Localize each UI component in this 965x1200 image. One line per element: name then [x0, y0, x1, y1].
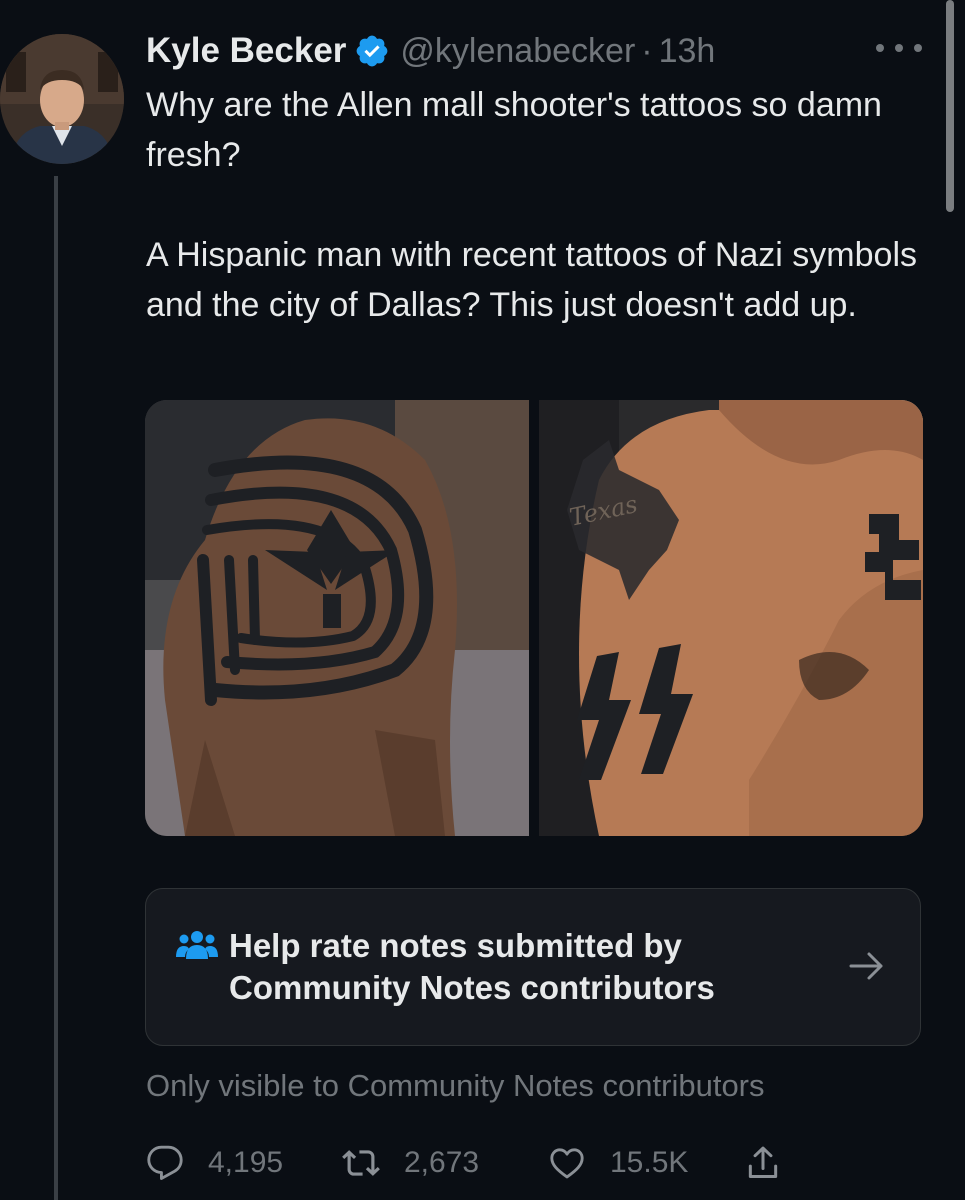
author-handle[interactable]: @kylenabecker: [400, 32, 635, 71]
separator-dot: ·: [641, 31, 653, 70]
reply-count: 4,195: [208, 1146, 284, 1179]
avatar-photo: [0, 34, 124, 164]
avatar[interactable]: [0, 34, 124, 164]
tweet-actions: 4,195 2,673 15.5K: [146, 1138, 926, 1188]
retweet-icon: [342, 1144, 380, 1182]
notes-visibility-label: Only visible to Community Notes contribu…: [146, 1068, 765, 1103]
more-options-icon[interactable]: [876, 36, 922, 60]
like-count: 15.5K: [610, 1146, 689, 1179]
thread-line: [54, 176, 58, 1200]
like-button[interactable]: 15.5K: [548, 1138, 688, 1188]
arrow-right-icon[interactable]: [848, 949, 886, 983]
reply-button[interactable]: 4,195: [146, 1138, 283, 1188]
tweet-paragraph: Why are the Allen mall shooter's tattoos…: [146, 86, 882, 174]
verified-badge-icon[interactable]: [354, 33, 390, 69]
retweet-count: 2,673: [404, 1146, 480, 1179]
community-notes-prompt: Help rate notes submitted by Community N…: [229, 927, 715, 1006]
tweet-paragraph: A Hispanic man with recent tattoos of Na…: [146, 236, 917, 324]
media-image-hand-tattoo[interactable]: [145, 400, 529, 836]
community-notes-card[interactable]: Help rate notes submitted by Community N…: [145, 888, 921, 1046]
media-image-arm-tattoo[interactable]: Texas: [539, 400, 923, 836]
tweet-time[interactable]: 13h: [659, 32, 716, 71]
more-dot: [876, 44, 884, 52]
heart-icon: [548, 1144, 586, 1182]
tweet-header: Kyle Becker @kylenabecker · 13h: [146, 26, 936, 76]
scrollbar[interactable]: [946, 0, 954, 212]
retweet-button[interactable]: 2,673: [342, 1138, 479, 1188]
more-dot: [914, 44, 922, 52]
more-dot: [895, 44, 903, 52]
people-icon: [176, 929, 218, 959]
reply-icon: [146, 1144, 184, 1182]
share-icon: [744, 1144, 782, 1182]
author-name[interactable]: Kyle Becker: [146, 31, 346, 71]
media-grid: Texas: [145, 400, 923, 836]
share-button[interactable]: [744, 1138, 782, 1188]
tweet-text: Why are the Allen mall shooter's tattoos…: [146, 80, 926, 330]
